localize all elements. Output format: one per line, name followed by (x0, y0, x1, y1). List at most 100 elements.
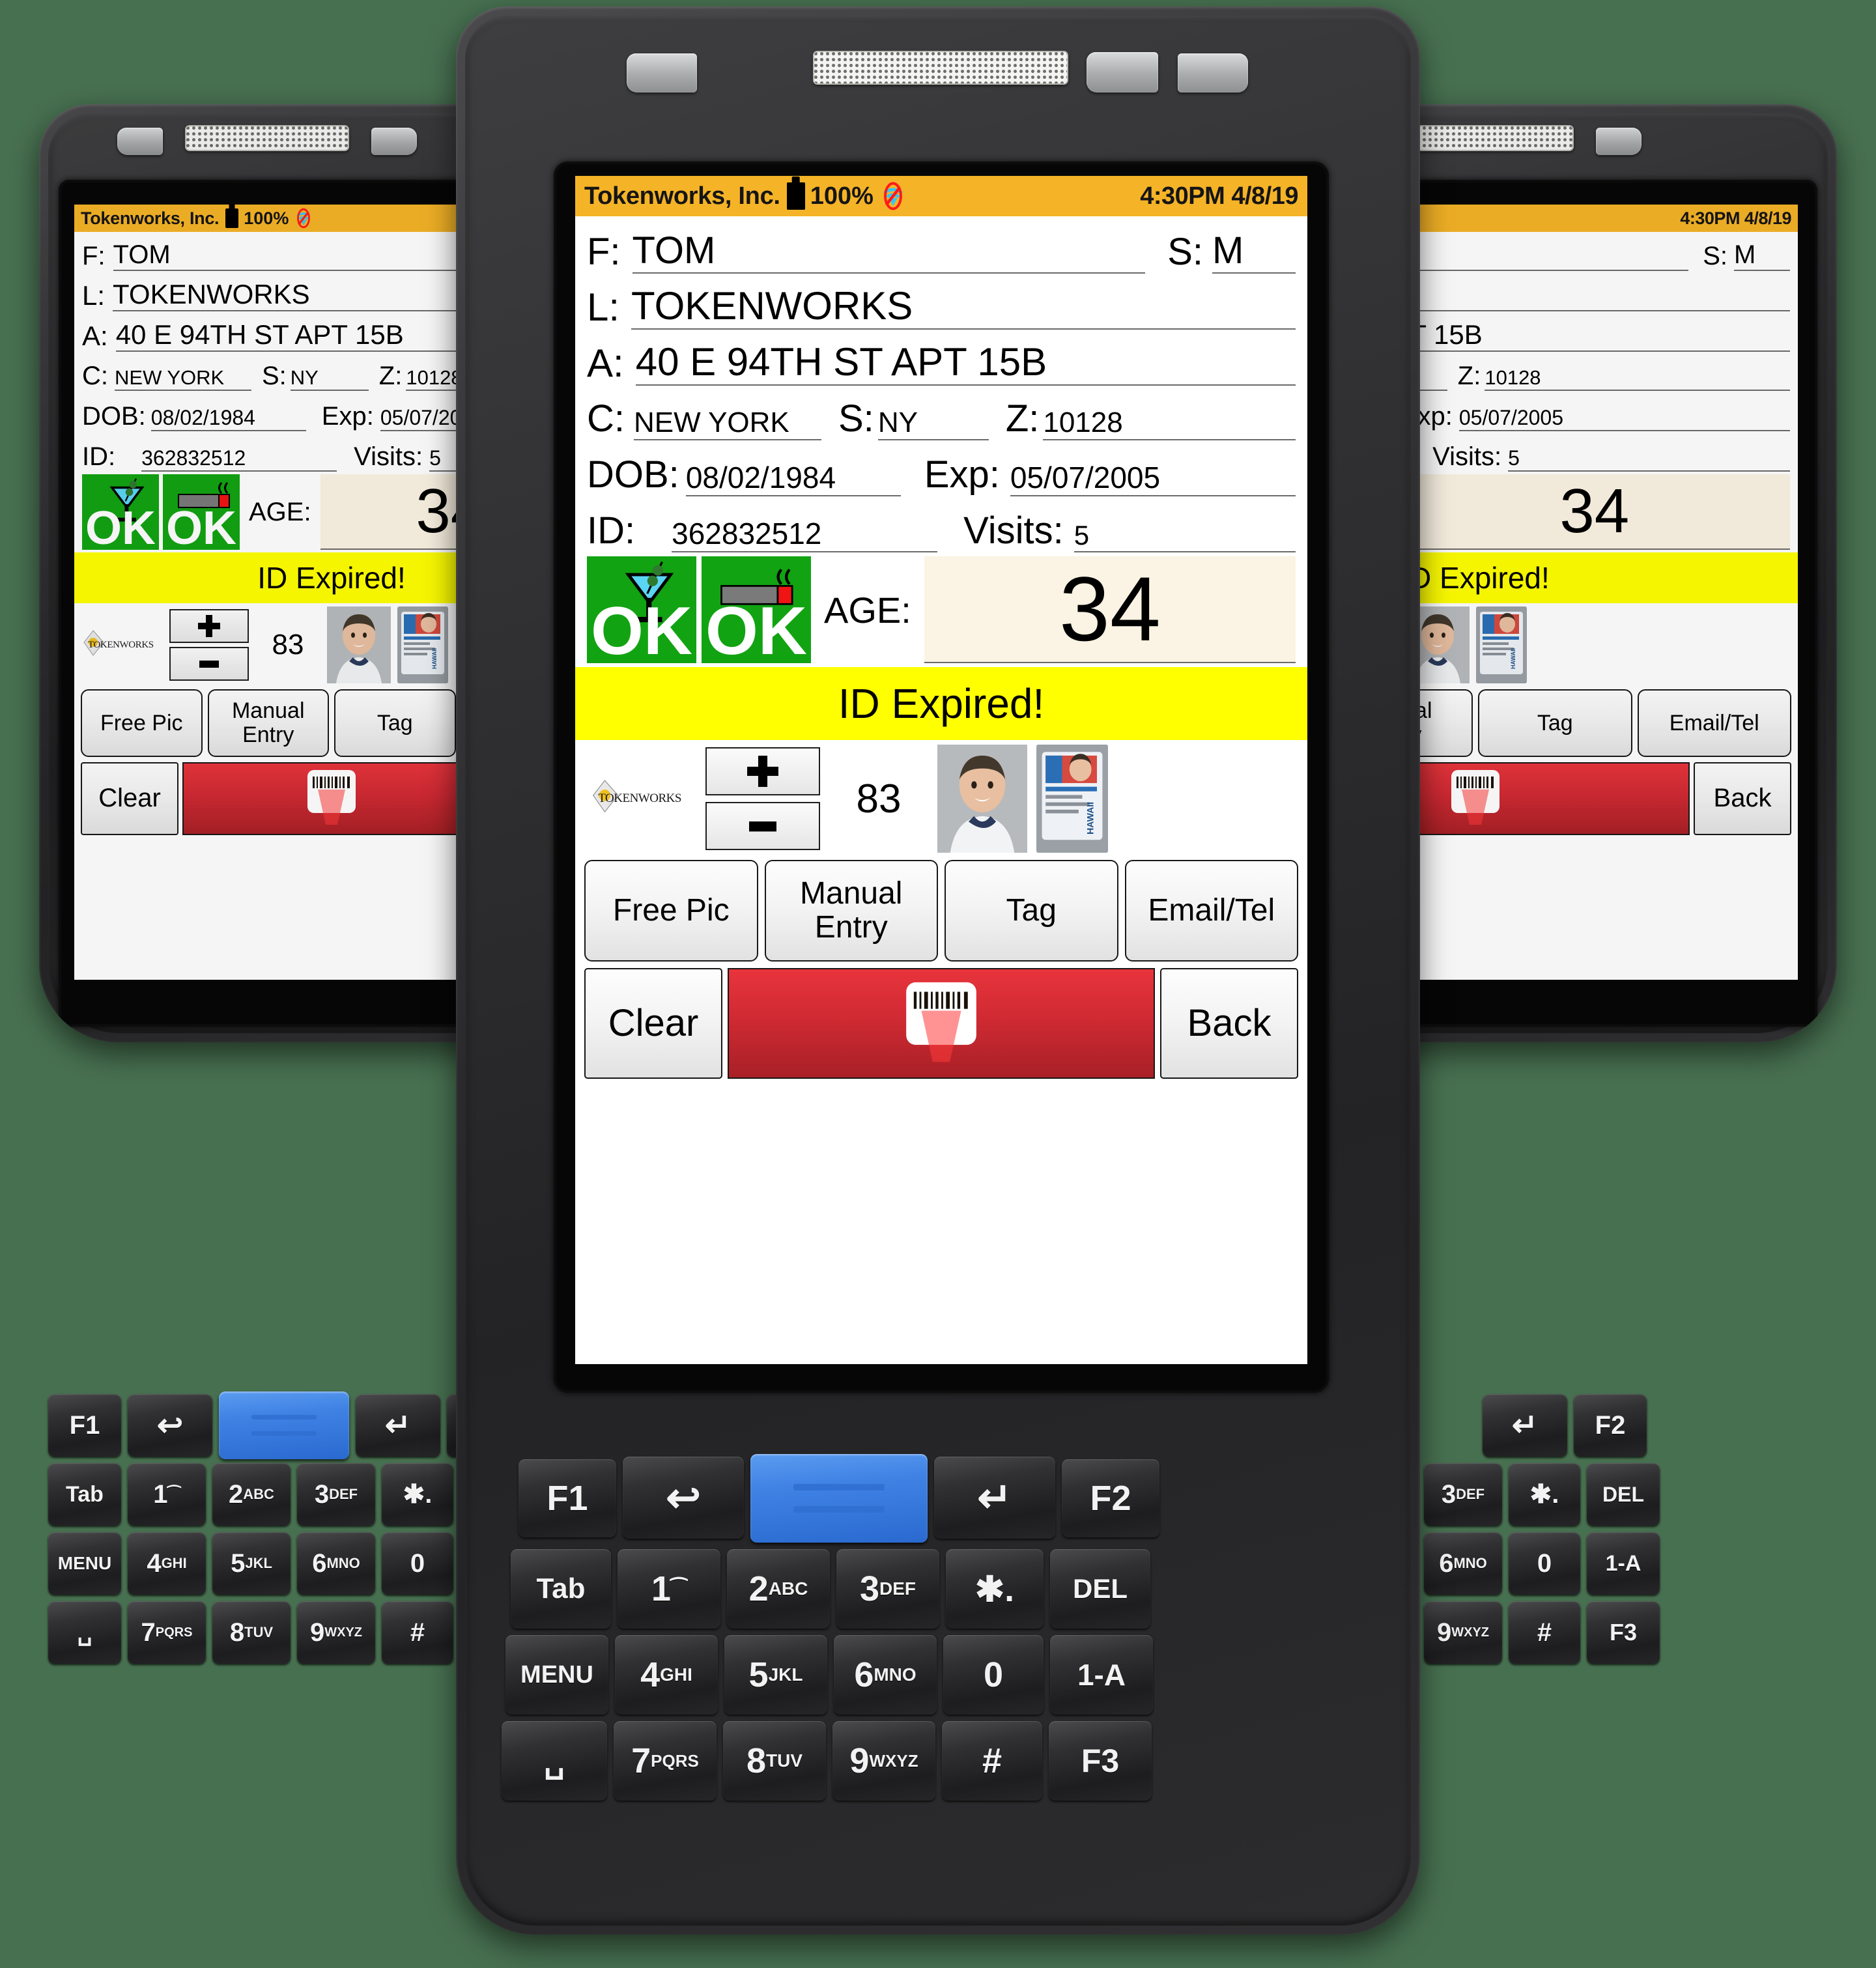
decrement-button-center[interactable] (705, 802, 820, 850)
key-f3-right[interactable]: F3 (1587, 1601, 1660, 1664)
key-5-left[interactable]: 5 JKL (212, 1532, 291, 1595)
back-button-right[interactable]: Back (1694, 762, 1791, 835)
key-4-left[interactable]: 4 GHI (128, 1532, 206, 1595)
key-2-left[interactable]: 2 ABC (212, 1463, 291, 1526)
exp-value-right[interactable]: 05/07/2005 (1458, 406, 1790, 431)
key-6-left[interactable]: 6 MNO (297, 1532, 375, 1595)
key-enter-center[interactable]: ↵ (934, 1457, 1055, 1539)
key-3-center[interactable]: 3 DEF (836, 1549, 939, 1629)
manual-entry-button-center[interactable]: Manual Entry (764, 860, 938, 962)
key-f1-left[interactable]: F1 (48, 1394, 121, 1457)
app-screen-center[interactable]: Tokenworks, Inc. 100% 4:30PM 4/8/19 F: T… (575, 176, 1307, 1364)
free-pic-button-center[interactable]: Free Pic (584, 860, 758, 962)
scan-button-center[interactable] (728, 968, 1155, 1079)
hawaii-id-card-image-left[interactable]: HAWAII (397, 606, 448, 683)
manual-entry-button-left[interactable]: Manual Entry (207, 689, 329, 757)
email-tel-button-center[interactable]: Email/Tel (1124, 860, 1298, 962)
key-2-center[interactable]: 2 ABC (727, 1549, 830, 1629)
person-portrait-image-center[interactable] (937, 745, 1027, 853)
key-back-arrow-left[interactable]: ↩ (128, 1394, 212, 1457)
key-hash-right[interactable]: # (1509, 1601, 1580, 1664)
id-value-center[interactable]: 362832512 (672, 516, 938, 552)
key-9-right[interactable]: 9 WXYZ (1424, 1601, 1502, 1664)
key-tab-center[interactable]: Tab (511, 1549, 611, 1629)
key-0-right[interactable]: 0 (1509, 1532, 1580, 1595)
key-4-center[interactable]: 4 GHI (615, 1635, 718, 1715)
key-8-left[interactable]: 8 TUV (212, 1601, 291, 1664)
tag-button-right[interactable]: Tag (1478, 689, 1632, 757)
hawaii-id-card-image-right[interactable]: HAWAII (1476, 606, 1527, 683)
key-hash-left[interactable]: # (382, 1601, 453, 1664)
zip-value-center[interactable]: 10128 (1043, 406, 1296, 440)
increment-button-left[interactable] (169, 609, 249, 643)
back-button-center[interactable]: Back (1160, 968, 1298, 1079)
visits-value-right[interactable]: 5 (1508, 446, 1790, 472)
key-menu-left[interactable]: MENU (48, 1532, 121, 1595)
dob-value-center[interactable]: 08/02/1984 (685, 460, 901, 496)
key-star-left[interactable]: ✱. (382, 1463, 453, 1526)
dob-value-left[interactable]: 08/02/1984 (150, 406, 306, 431)
decrement-button-left[interactable] (169, 647, 249, 681)
key-1a-center[interactable]: 1-A (1050, 1635, 1153, 1715)
count-stepper-center[interactable] (705, 747, 820, 850)
key-6-center[interactable]: 6 MNO (834, 1635, 937, 1715)
person-portrait-image-left[interactable] (327, 606, 391, 683)
key-back-arrow-center[interactable]: ↩ (623, 1457, 744, 1539)
key-3-right[interactable]: 3 DEF (1424, 1463, 1502, 1526)
key-6-right[interactable]: 6 MNO (1424, 1532, 1502, 1595)
tobacco-ok-badge-center[interactable]: OK (702, 556, 811, 665)
visits-value-center[interactable]: 5 (1073, 520, 1296, 552)
exp-value-center[interactable]: 05/07/2005 (1010, 460, 1296, 496)
key-enter-right[interactable]: ↵ (1483, 1394, 1567, 1457)
key-space-center[interactable]: ␣ (502, 1721, 607, 1801)
key-0-center[interactable]: 0 (943, 1635, 1044, 1715)
alcohol-ok-badge-center[interactable]: OK (587, 556, 696, 665)
key-9-left[interactable]: 9 WXYZ (297, 1601, 375, 1664)
city-value-center[interactable]: NEW YORK (634, 406, 821, 440)
key-5-center[interactable]: 5 JKL (724, 1635, 827, 1715)
key-scan-left[interactable] (219, 1391, 349, 1459)
alcohol-ok-badge-left[interactable]: OK (82, 474, 159, 552)
key-f2-right[interactable]: F2 (1574, 1394, 1647, 1457)
key-scan-center[interactable] (750, 1454, 928, 1543)
key-1-center[interactable]: 1 ⁀ (618, 1549, 720, 1629)
clear-button-center[interactable]: Clear (584, 968, 722, 1079)
scan-button-left[interactable] (182, 762, 481, 835)
key-del-center[interactable]: DEL (1050, 1549, 1150, 1629)
key-7-center[interactable]: 7 PQRS (614, 1721, 717, 1801)
state-value-left[interactable]: NY (290, 366, 369, 391)
key-enter-left[interactable]: ↵ (356, 1394, 440, 1457)
free-pic-button-left[interactable]: Free Pic (81, 689, 203, 757)
key-3-left[interactable]: 3 DEF (297, 1463, 375, 1526)
state-value-center[interactable]: NY (877, 406, 989, 440)
clear-button-left[interactable]: Clear (81, 762, 178, 835)
first-name-value-center[interactable]: TOM (632, 229, 1146, 274)
sex-value-right[interactable]: M (1734, 240, 1790, 271)
key-hash-center[interactable]: # (942, 1721, 1042, 1801)
tag-button-center[interactable]: Tag (945, 860, 1118, 962)
key-f2-center[interactable]: F2 (1062, 1459, 1159, 1537)
key-space-left[interactable]: ␣ (48, 1601, 121, 1664)
increment-button-center[interactable] (705, 747, 820, 795)
key-8-center[interactable]: 8 TUV (723, 1721, 826, 1801)
key-f3-center[interactable]: F3 (1049, 1721, 1152, 1801)
key-1-left[interactable]: 1 ⁀ (128, 1463, 206, 1526)
key-1a-right[interactable]: 1-A (1587, 1532, 1660, 1595)
zip-value-right[interactable]: 10128 (1485, 366, 1790, 391)
key-star-center[interactable]: ✱. (946, 1549, 1044, 1629)
key-9-center[interactable]: 9 WXYZ (832, 1721, 935, 1801)
sex-value-center[interactable]: M (1212, 229, 1296, 274)
id-value-left[interactable]: 362832512 (141, 446, 337, 472)
address-value-center[interactable]: 40 E 94TH ST APT 15B (635, 339, 1296, 386)
city-value-left[interactable]: NEW YORK (115, 366, 251, 391)
key-del-right[interactable]: DEL (1587, 1463, 1660, 1526)
key-0-left[interactable]: 0 (382, 1532, 453, 1595)
email-tel-button-right[interactable]: Email/Tel (1637, 689, 1791, 757)
count-stepper-left[interactable] (169, 609, 249, 681)
last-name-value-center[interactable]: TOKENWORKS (631, 283, 1296, 330)
key-star-right[interactable]: ✱. (1509, 1463, 1580, 1526)
key-menu-center[interactable]: MENU (505, 1635, 608, 1715)
first-name-value-left[interactable]: TOM (113, 240, 480, 271)
key-f1-center[interactable]: F1 (519, 1459, 616, 1537)
hawaii-id-card-image-center[interactable]: HAWAII (1036, 745, 1108, 853)
